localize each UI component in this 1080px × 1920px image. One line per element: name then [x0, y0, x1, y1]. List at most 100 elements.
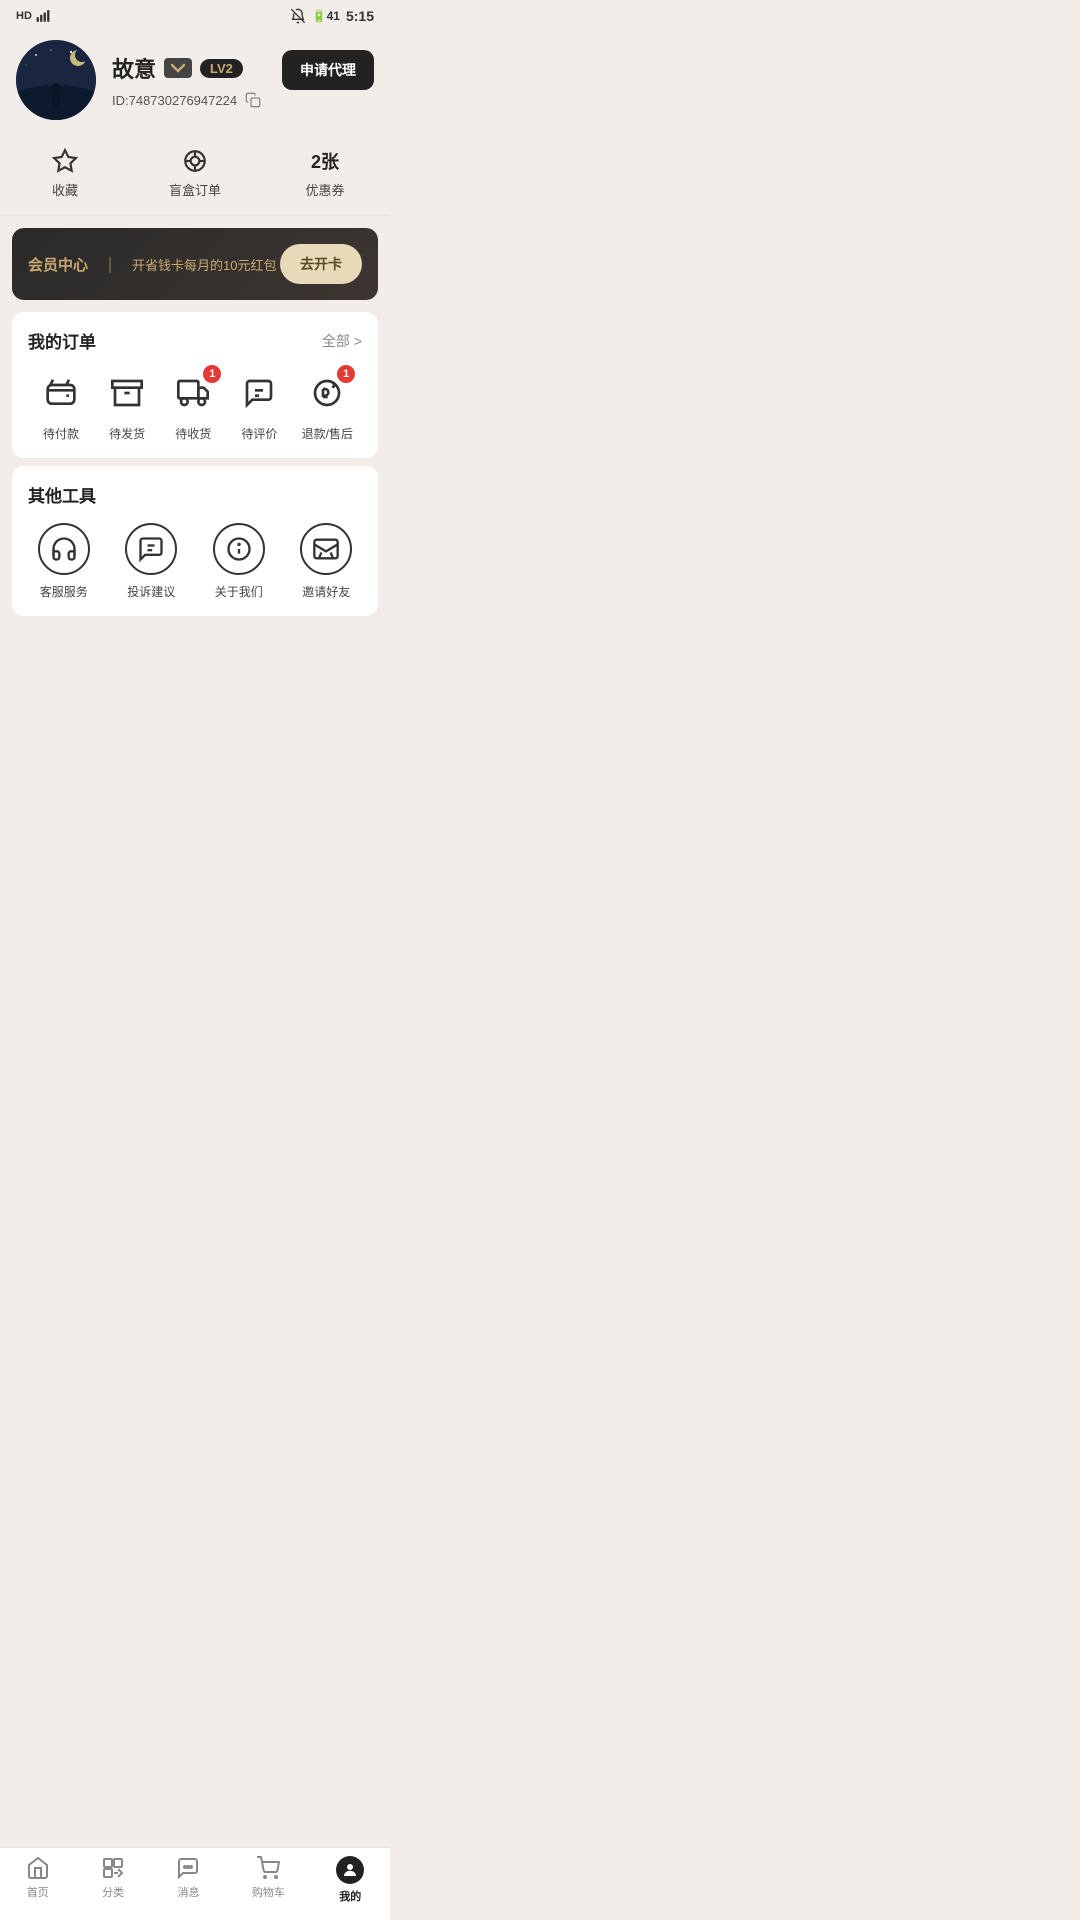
refund-icon-wrap: 1: [303, 369, 351, 417]
message-bubble-icon: [176, 1856, 200, 1880]
member-banner-text: 会员中心 ｜ 开省钱卡每月的10元红包: [28, 252, 277, 276]
order-label-1: 待发货: [109, 425, 145, 442]
tool-label-0: 客服服务: [40, 583, 88, 600]
orders-section: 我的订单 全部 > 待付款: [12, 312, 378, 458]
order-item-pending-review[interactable]: 待评价: [235, 369, 283, 442]
member-title: 会员中心: [28, 254, 88, 275]
tools-header: 其他工具: [28, 482, 362, 507]
tool-label-2: 关于我们: [215, 583, 263, 600]
chevron-down-icon: [170, 62, 186, 74]
nav-cart-label: 购物车: [252, 1884, 285, 1900]
stat-blindbox[interactable]: 盲盒订单: [130, 148, 260, 199]
nav-cart[interactable]: 购物车: [252, 1856, 285, 1904]
order-label-3: 待评价: [241, 425, 277, 442]
pending-review-icon-wrap: [235, 369, 283, 417]
pending-ship-icon-wrap: [103, 369, 151, 417]
about-icon-wrap: [213, 523, 265, 575]
order-badge-4: 1: [337, 365, 355, 383]
order-label-0: 待付款: [43, 425, 79, 442]
user-id: ID:748730276947224: [112, 93, 237, 108]
orders-more[interactable]: 全部 >: [322, 331, 362, 351]
nav-message-label: 消息: [177, 1884, 199, 1900]
mail-icon: [312, 535, 340, 563]
apply-agent-button[interactable]: 申请代理: [282, 50, 374, 90]
dropdown-icon[interactable]: [164, 58, 192, 78]
time-display: 5:15: [346, 8, 374, 24]
wallet-icon: [45, 377, 77, 409]
stat-coupon-count: 2张: [311, 148, 339, 174]
tool-invite[interactable]: 邀请好友: [291, 523, 363, 600]
stat-coupons-label: 优惠券: [305, 180, 344, 199]
nav-mine-icon-bg: [336, 1856, 364, 1884]
pending-payment-icon-wrap: [37, 369, 85, 417]
order-item-pending-receive[interactable]: 1 待收货: [169, 369, 217, 442]
stat-coupons[interactable]: 2张 优惠券: [260, 148, 390, 199]
tools-grid: 客服服务 投诉建议 关于我们: [28, 523, 362, 600]
member-description: 开省钱卡每月的10元红包: [132, 255, 276, 274]
username: 故意: [112, 52, 156, 84]
order-badge-2: 1: [203, 365, 221, 383]
cart-icon: [256, 1856, 280, 1880]
order-label-2: 待收货: [175, 425, 211, 442]
info-icon: [225, 535, 253, 563]
user-id-row: ID:748730276947224: [112, 92, 374, 108]
tool-customer-service[interactable]: 客服服务: [28, 523, 100, 600]
signal-icon: [36, 9, 50, 23]
member-divider: ｜: [102, 252, 118, 276]
stat-blindbox-label: 盲盒订单: [169, 180, 221, 199]
order-item-pending-ship[interactable]: 待发货: [103, 369, 151, 442]
customer-service-icon-wrap: [38, 523, 90, 575]
avatar-image: [16, 40, 96, 120]
nav-category[interactable]: 分类: [101, 1856, 125, 1904]
star-icon: [52, 148, 78, 174]
level-badge: LV2: [200, 59, 243, 78]
category-icon: [101, 1856, 125, 1880]
tools-title: 其他工具: [28, 482, 96, 507]
nav-mine-label: 我的: [339, 1888, 361, 1904]
message-icon: [243, 377, 275, 409]
blindbox-icon: [182, 148, 208, 174]
orders-title: 我的订单: [28, 328, 96, 353]
status-bar: HD 🔋41 5:15: [0, 0, 390, 28]
bell-mute-icon: [290, 8, 306, 24]
truck-icon: [177, 377, 209, 409]
tool-about[interactable]: 关于我们: [203, 523, 275, 600]
tool-label-1: 投诉建议: [127, 583, 175, 600]
order-label-4: 退款/售后: [302, 425, 353, 442]
stat-favorites[interactable]: 收藏: [0, 148, 130, 199]
order-item-refund[interactable]: 1 退款/售后: [302, 369, 353, 442]
headset-icon: [50, 535, 78, 563]
copy-icon: [245, 92, 261, 108]
stats-row: 收藏 盲盒订单 2张 优惠券: [0, 140, 390, 216]
order-item-pending-payment[interactable]: 待付款: [37, 369, 85, 442]
open-card-button[interactable]: 去开卡: [280, 244, 362, 284]
tool-label-3: 邀请好友: [302, 583, 350, 600]
tool-complaint[interactable]: 投诉建议: [116, 523, 188, 600]
home-icon: [26, 1856, 50, 1880]
status-left: HD: [16, 9, 50, 23]
orders-header: 我的订单 全部 >: [28, 328, 362, 353]
status-right: 🔋41 5:15: [290, 8, 374, 24]
tools-section: 其他工具 客服服务 投诉建议: [12, 466, 378, 616]
copy-button[interactable]: [245, 92, 261, 108]
stat-favorites-label: 收藏: [52, 180, 78, 199]
pending-receive-icon-wrap: 1: [169, 369, 217, 417]
battery-icon: 🔋41: [312, 9, 340, 23]
orders-icons-row: 待付款 待发货 1: [28, 369, 362, 442]
hd-label: HD: [16, 10, 32, 22]
avatar[interactable]: [16, 40, 96, 120]
invite-icon-wrap: [300, 523, 352, 575]
complaint-icon-wrap: [125, 523, 177, 575]
refund-icon: [311, 377, 343, 409]
nav-message[interactable]: 消息: [176, 1856, 200, 1904]
chat-icon: [137, 535, 165, 563]
nav-home[interactable]: 首页: [26, 1856, 50, 1904]
member-banner: 会员中心 ｜ 开省钱卡每月的10元红包 去开卡: [12, 228, 378, 300]
person-icon: [341, 1861, 359, 1879]
nav-home-label: 首页: [27, 1884, 49, 1900]
box-icon: [111, 377, 143, 409]
profile-section: 故意 LV2 ID:748730276947224 申请代理: [0, 28, 390, 140]
bottom-nav: 首页 分类 消息 购物车: [0, 1847, 390, 1920]
nav-category-label: 分类: [102, 1884, 124, 1900]
nav-mine[interactable]: 我的: [336, 1856, 364, 1904]
